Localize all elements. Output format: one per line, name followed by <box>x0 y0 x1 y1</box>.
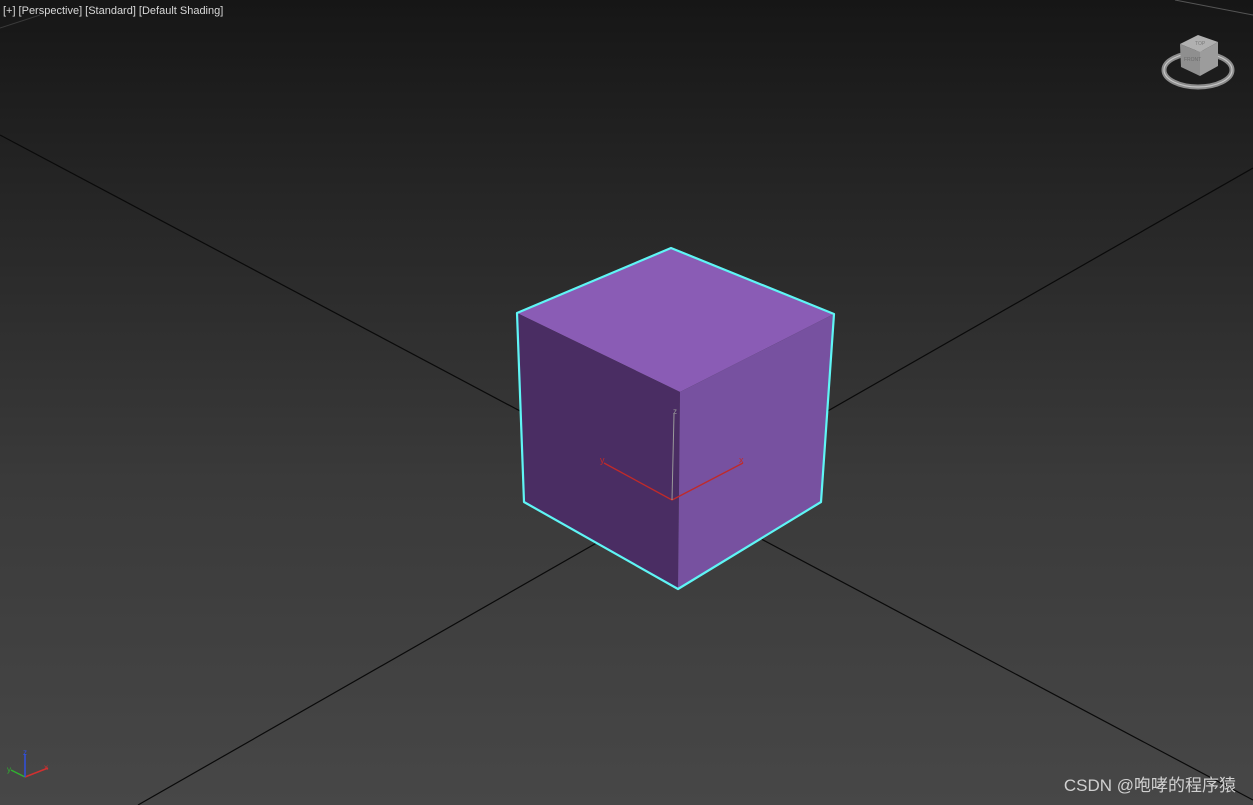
viewcube-face-front-label: FRONT <box>1184 57 1201 63</box>
viewport-label-menu[interactable]: [+] [Perspective] [Standard] [Default Shadi… <box>3 5 226 17</box>
world-axis-x-label: x <box>44 763 48 772</box>
box-object[interactable] <box>515 246 836 591</box>
gizmo-label-x: x <box>739 455 744 465</box>
world-axis-y-label: y <box>7 765 11 774</box>
viewport-quality-menu[interactable]: [Standard] <box>85 5 136 17</box>
grid-line-3 <box>1174 0 1253 16</box>
perspective-viewport[interactable]: x y z [+] [Perspective] [Standard] [Default… <box>0 0 1253 805</box>
viewport-shading-menu[interactable]: [Default Shading] <box>139 5 223 17</box>
scene-canvas[interactable]: x y z <box>0 0 1253 805</box>
world-axis-y <box>10 769 26 778</box>
viewcube-icon[interactable]: FRONT TOP <box>1160 30 1240 94</box>
world-axis-z-label: z <box>23 748 27 757</box>
viewport-plus-menu[interactable]: [+] <box>3 5 16 17</box>
viewcube-face-top-label: TOP <box>1195 41 1206 47</box>
gizmo-label-z: z <box>673 407 677 416</box>
watermark-text: CSDN @咆哮的程序猿 <box>1063 776 1236 795</box>
viewport-pov-menu[interactable]: [Perspective] <box>19 5 83 17</box>
world-axis-tripod: x y z <box>7 748 49 778</box>
gizmo-label-y: y <box>600 455 605 465</box>
